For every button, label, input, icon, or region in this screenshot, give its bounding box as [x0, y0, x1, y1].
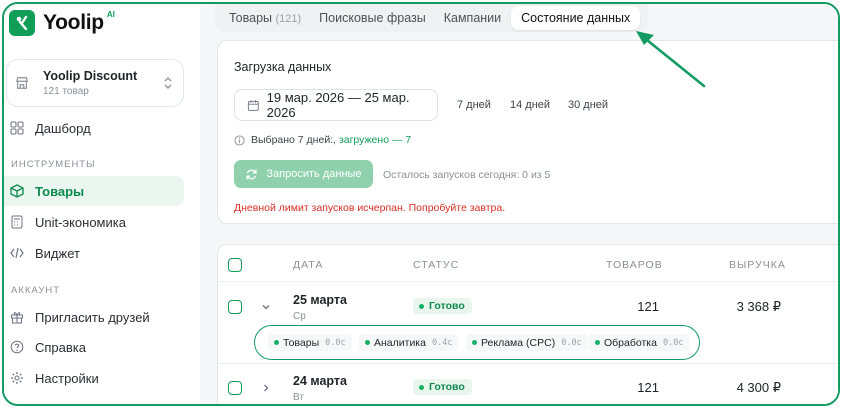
- refresh-icon: [246, 169, 258, 179]
- date-range-value: 19 мар. 2026 — 25 мар. 2026: [266, 90, 410, 120]
- sidebar-item-widget[interactable]: Виджет: [4, 238, 184, 268]
- tab-search-phrases[interactable]: Поисковые фразы: [311, 6, 434, 30]
- stage-processing: Обработка 0.0с: [589, 334, 690, 351]
- sidebar-item-label: Настройки: [35, 370, 99, 386]
- card-title: Загрузка данных: [234, 60, 332, 74]
- shop-product-count: 121 товар: [43, 86, 89, 97]
- selection-info: Выбрано 7 дней:, загружено — 7: [234, 134, 411, 146]
- row-date: 24 марта: [293, 374, 347, 388]
- calendar-icon: [247, 99, 259, 111]
- shop-switcher[interactable]: Yoolip Discount 121 товар: [6, 59, 184, 107]
- status-badge: Готово: [413, 298, 472, 314]
- sidebar-item-label: Справка: [35, 339, 86, 355]
- preset-7-days[interactable]: 7 дней: [457, 99, 491, 111]
- row-checkbox[interactable]: [228, 381, 242, 395]
- column-header-revenue: ВЫРУЧКА: [729, 259, 786, 271]
- app-window: Yoolip AI Yoolip Discount 121 товар Дашб…: [2, 2, 840, 406]
- sidebar-item-settings[interactable]: Настройки: [4, 363, 184, 393]
- daily-data-table: ДАТА СТАТУС ТОВАРОВ ВЫРУЧКА 25 марта Ср …: [217, 244, 838, 404]
- select-all-checkbox[interactable]: [228, 258, 242, 272]
- tab-data-state[interactable]: Состояние данных: [511, 6, 641, 30]
- info-icon: [234, 134, 245, 146]
- remaining-runs-text: Осталось запусков сегодня: 0 из 5: [383, 169, 551, 181]
- sidebar-item-label: Пригласить друзей: [35, 309, 150, 325]
- chevron-down-icon[interactable]: [261, 302, 271, 312]
- sidebar: Yoolip AI Yoolip Discount 121 товар Дашб…: [4, 4, 200, 404]
- sidebar-item-unit-economics[interactable]: Unit-экономика: [4, 207, 184, 237]
- sidebar-item-products[interactable]: Товары: [4, 176, 184, 206]
- section-label-tools: ИНСТРУМЕНТЫ: [11, 159, 96, 170]
- sidebar-item-label: Дашборд: [35, 120, 91, 136]
- row-date: 25 марта: [293, 293, 347, 307]
- sidebar-item-label: Товары: [35, 183, 85, 199]
- request-data-label: Запросить данные: [266, 168, 362, 180]
- sidebar-item-label: Unit-экономика: [35, 214, 126, 230]
- column-header-date: ДАТА: [293, 259, 324, 271]
- row-checkbox[interactable]: [228, 300, 242, 314]
- row-revenue: 4 300 ₽: [736, 380, 781, 395]
- tab-products[interactable]: Товары (121): [221, 6, 309, 30]
- help-icon: [10, 340, 24, 354]
- gear-icon: [11, 372, 23, 384]
- row-weekday: Ср: [293, 311, 306, 322]
- divider: [218, 281, 838, 282]
- store-icon: [16, 77, 28, 89]
- chevron-up-down-icon: [164, 77, 172, 89]
- date-range-picker[interactable]: 19 мар. 2026 — 25 мар. 2026: [234, 89, 438, 121]
- preset-14-days[interactable]: 14 дней: [510, 99, 550, 111]
- shop-name: Yoolip Discount: [43, 69, 138, 83]
- chevron-right-icon[interactable]: [261, 383, 271, 393]
- tab-campaigns[interactable]: Кампании: [436, 6, 509, 30]
- load-stages-panel: Товары 0.0с Аналитика 0.4с Реклама (CPC) 0.…: [254, 325, 700, 360]
- column-header-products: ТОВАРОВ: [606, 259, 663, 271]
- row-products: 121: [637, 380, 659, 395]
- box-icon: [10, 184, 24, 198]
- preset-30-days[interactable]: 30 дней: [568, 99, 608, 111]
- sidebar-item-help[interactable]: Справка: [4, 332, 184, 362]
- loaded-count-text: загружено — 7: [338, 134, 412, 146]
- selected-days-text: Выбрано 7 дней:,: [251, 134, 337, 146]
- grid-icon: [10, 121, 24, 135]
- tab-products-count: (121): [275, 13, 302, 25]
- logo-ai-badge: AI: [106, 9, 115, 19]
- logo-text: Yoolip: [43, 11, 104, 34]
- row-products: 121: [637, 299, 659, 314]
- annotation-arrow-icon: [636, 31, 706, 88]
- column-header-status: СТАТУС: [413, 259, 460, 271]
- sidebar-item-invite[interactable]: Пригласить друзей: [4, 302, 184, 332]
- sidebar-item-label: Виджет: [35, 245, 80, 261]
- row-revenue: 3 368 ₽: [736, 299, 781, 314]
- limit-error-message: Дневной лимит запусков исчерпан. Попробу…: [234, 202, 506, 214]
- stage-analytics: Аналитика 0.4с: [359, 334, 459, 351]
- tab-bar: Товары (121) Поисковые фразы Кампании Со…: [215, 4, 649, 32]
- sidebar-item-dashboard[interactable]: Дашборд: [4, 113, 184, 143]
- gift-icon: [11, 312, 23, 324]
- logo-icon: [9, 10, 35, 36]
- section-label-account: АККАУНТ: [11, 285, 61, 296]
- code-icon: [10, 247, 24, 259]
- row-weekday: Вт: [293, 392, 304, 403]
- main-content: Товары (121) Поисковые фразы Кампании Со…: [200, 4, 838, 404]
- status-badge: Готово: [413, 379, 472, 395]
- calculator-icon: [11, 215, 23, 229]
- request-data-button[interactable]: Запросить данные: [234, 160, 373, 188]
- data-load-card: Загрузка данных 19 мар. 2026 — 25 мар. 2…: [217, 40, 838, 224]
- stage-ads-cpc: Реклама (CPC) 0.0с: [466, 334, 588, 351]
- divider: [218, 363, 838, 364]
- logo[interactable]: Yoolip AI: [9, 10, 115, 36]
- stage-products: Товары 0.0с: [268, 334, 352, 351]
